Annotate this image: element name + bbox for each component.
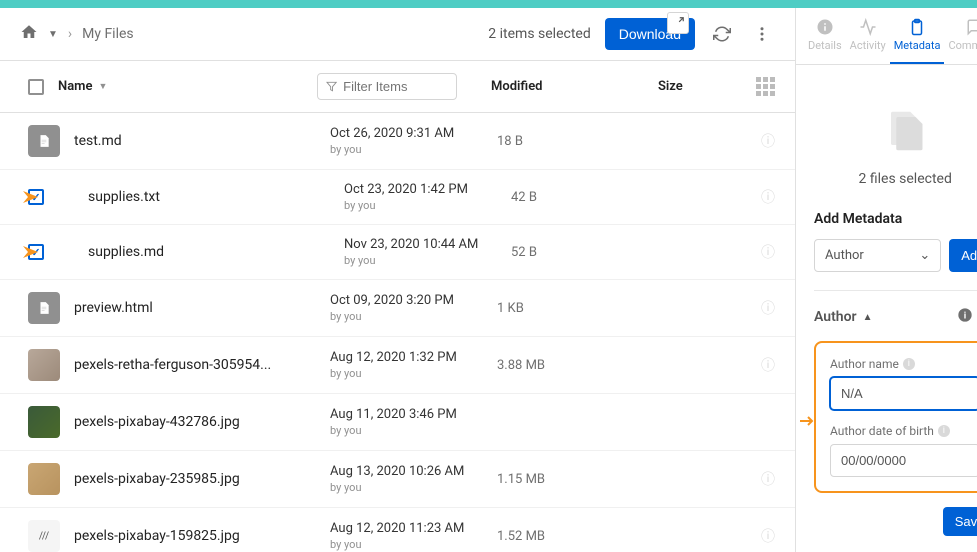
metadata-attributes-callout: Metadata attributes Author namei Author … [814, 341, 977, 493]
collapse-panel-button[interactable] [667, 12, 689, 34]
breadcrumb-current[interactable]: My Files [82, 26, 134, 42]
file-date: Oct 09, 2020 3:20 PM [330, 293, 475, 308]
table-row[interactable]: pexels-retha-ferguson-305954... Aug 12, 2… [0, 337, 795, 394]
tab-comments[interactable]: Comments [944, 8, 977, 64]
file-name[interactable]: test.md [74, 133, 316, 149]
file-size: 1.15 MB [497, 472, 567, 487]
row-info-icon[interactable]: ⓘ [761, 469, 775, 489]
file-name[interactable]: pexels-pixabay-432786.jpg [74, 414, 316, 430]
info-button[interactable]: i [957, 307, 973, 327]
file-date: Aug 12, 2020 1:32 PM [330, 350, 475, 365]
file-owner: by you [344, 254, 489, 267]
save-button[interactable]: Save [943, 507, 977, 536]
author-name-input[interactable] [830, 377, 977, 410]
grid-view-icon[interactable] [756, 77, 775, 96]
column-modified-header[interactable]: Modified [491, 79, 543, 94]
file-owner: by you [330, 481, 475, 494]
files-selected-text: 2 files selected [814, 171, 977, 187]
tab-details[interactable]: Details [804, 8, 846, 64]
annotation-arrow-icon [800, 415, 816, 427]
file-icon [28, 406, 60, 438]
info-icon: i [938, 425, 950, 437]
file-size: 18 B [497, 134, 567, 149]
file-icon [28, 292, 60, 324]
row-info-icon[interactable]: ⓘ [761, 526, 775, 546]
table-row[interactable]: pexels-pixabay-159825.jpg Aug 12, 2020 11… [0, 508, 795, 552]
filter-input-wrapper[interactable] [317, 73, 457, 100]
selection-count: 2 items selected [488, 26, 590, 42]
table-row[interactable]: supplies.txt Oct 23, 2020 1:42 PM by you 42… [0, 170, 795, 225]
table-row[interactable]: preview.html Oct 09, 2020 3:20 PM by you 1 … [0, 280, 795, 337]
clipboard-icon [908, 18, 926, 36]
file-owner: by you [330, 538, 475, 551]
file-date: Aug 12, 2020 11:23 AM [330, 521, 475, 536]
chevron-down-icon: ⌄ [919, 248, 930, 263]
filter-icon [326, 80, 337, 93]
file-size: 1 KB [497, 301, 567, 316]
table-row[interactable]: supplies.md Nov 23, 2020 10:44 AM by you 52… [0, 225, 795, 280]
file-owner: by you [330, 310, 475, 323]
file-date: Aug 13, 2020 10:26 AM [330, 464, 475, 479]
file-name[interactable]: preview.html [74, 300, 316, 316]
author-name-label: Author name [830, 357, 899, 371]
file-owner: by you [330, 143, 475, 156]
info-icon [816, 18, 834, 36]
select-all-checkbox[interactable] [28, 79, 44, 95]
file-size: 42 B [511, 190, 581, 205]
more-options-button[interactable] [749, 21, 775, 47]
file-size: 52 B [511, 245, 581, 260]
column-size-header[interactable]: Size [658, 79, 683, 94]
file-name[interactable]: supplies.md [88, 244, 330, 260]
file-date: Oct 23, 2020 1:42 PM [344, 182, 489, 197]
template-select[interactable]: Author ⌄ [814, 239, 941, 272]
filter-input[interactable] [343, 79, 448, 94]
row-info-icon[interactable]: ⓘ [761, 187, 775, 207]
breadcrumb-separator: › [68, 26, 72, 42]
caret-up-icon[interactable]: ▲ [863, 312, 873, 323]
author-dob-label: Author date of birth [830, 424, 934, 438]
file-icon [28, 349, 60, 381]
file-owner: by you [330, 424, 475, 437]
file-owner: by you [330, 367, 475, 380]
activity-icon [859, 18, 877, 36]
row-info-icon[interactable]: ⓘ [761, 242, 775, 262]
pointer-arrow-icon [8, 187, 38, 207]
file-date: Oct 26, 2020 9:31 AM [330, 126, 475, 141]
file-name[interactable]: pexels-pixabay-235985.jpg [74, 471, 316, 487]
breadcrumb: ▼ › My Files [20, 23, 134, 45]
column-name-header[interactable]: Name [58, 79, 92, 94]
refresh-button[interactable] [709, 21, 735, 47]
row-info-icon[interactable]: ⓘ [761, 355, 775, 375]
table-row[interactable]: pexels-pixabay-235985.jpg Aug 13, 2020 10… [0, 451, 795, 508]
row-info-icon[interactable]: ⓘ [761, 298, 775, 318]
add-button[interactable]: Add [949, 239, 977, 272]
file-icon [28, 463, 60, 495]
row-info-icon[interactable]: ⓘ [761, 131, 775, 151]
sort-caret-icon[interactable]: ▼ [98, 81, 107, 92]
table-row[interactable]: pexels-pixabay-432786.jpg Aug 11, 2020 3:… [0, 394, 795, 451]
file-owner: by you [344, 199, 489, 212]
file-name[interactable]: pexels-retha-ferguson-305954... [74, 357, 316, 373]
file-icon [28, 520, 60, 552]
info-icon: i [903, 358, 915, 370]
file-date: Nov 23, 2020 10:44 AM [344, 237, 489, 252]
file-date: Aug 11, 2020 3:46 PM [330, 407, 475, 422]
file-size: 1.52 MB [497, 529, 567, 544]
home-icon[interactable] [20, 23, 38, 45]
svg-text:i: i [964, 310, 966, 321]
pointer-arrow-icon [8, 242, 38, 262]
file-size: 3.88 MB [497, 358, 567, 373]
file-name[interactable]: pexels-pixabay-159825.jpg [74, 528, 316, 544]
table-row[interactable]: test.md Oct 26, 2020 9:31 AM by you 18 B ⓘ [0, 113, 795, 170]
tab-activity[interactable]: Activity [846, 8, 890, 64]
tab-metadata[interactable]: Metadata [890, 8, 945, 64]
add-metadata-title: Add Metadata [814, 211, 977, 227]
metadata-section-title: Author [814, 309, 857, 325]
chevron-down-icon[interactable]: ▼ [48, 29, 58, 40]
comment-icon [966, 18, 977, 36]
file-name[interactable]: supplies.txt [88, 189, 330, 205]
author-dob-input[interactable] [830, 444, 977, 477]
files-stack-icon [814, 103, 977, 159]
file-icon [28, 125, 60, 157]
